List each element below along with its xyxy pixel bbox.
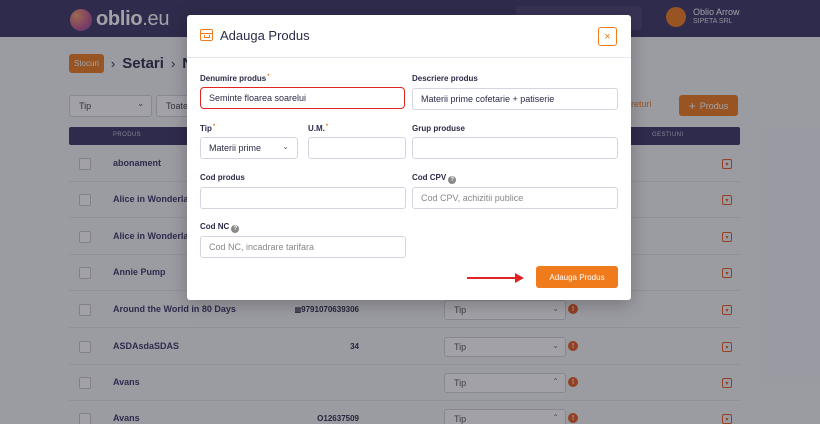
um-input[interactable] <box>308 137 406 159</box>
grup-label: Grup produse <box>412 124 465 133</box>
cod-nc-label: Cod NC? <box>200 222 240 233</box>
help-icon: ? <box>448 176 457 184</box>
cod-produs-input[interactable] <box>200 187 406 209</box>
tip-label: Tip* <box>200 124 216 133</box>
help-icon: ? <box>231 225 240 233</box>
cod-cpv-label: Cod CPV? <box>412 173 457 184</box>
denumire-input[interactable] <box>200 87 405 109</box>
add-product-modal: Adauga Produs × Denumire produs* Descrie… <box>187 15 631 300</box>
descriere-label: Descriere produs <box>412 74 478 83</box>
tip-select[interactable]: Materii prime ⌄ <box>200 137 298 159</box>
modal-header: Adauga Produs × <box>187 15 631 58</box>
cod-produs-label: Cod produs <box>200 173 245 182</box>
cod-nc-input[interactable] <box>200 236 406 258</box>
chevron-down-icon: ⌄ <box>282 142 289 151</box>
denumire-label: Denumire produs* <box>200 74 270 83</box>
um-label: U.M.* <box>308 124 329 133</box>
grup-input[interactable] <box>412 137 618 159</box>
save-product-button[interactable]: Adauga Produs <box>536 266 618 288</box>
modal-title: Adauga Produs <box>220 28 310 43</box>
close-button[interactable]: × <box>598 27 617 46</box>
descriere-input[interactable] <box>412 88 618 110</box>
cod-cpv-input[interactable] <box>412 187 618 209</box>
box-icon <box>199 29 213 41</box>
annotation-arrow-icon <box>467 272 525 284</box>
